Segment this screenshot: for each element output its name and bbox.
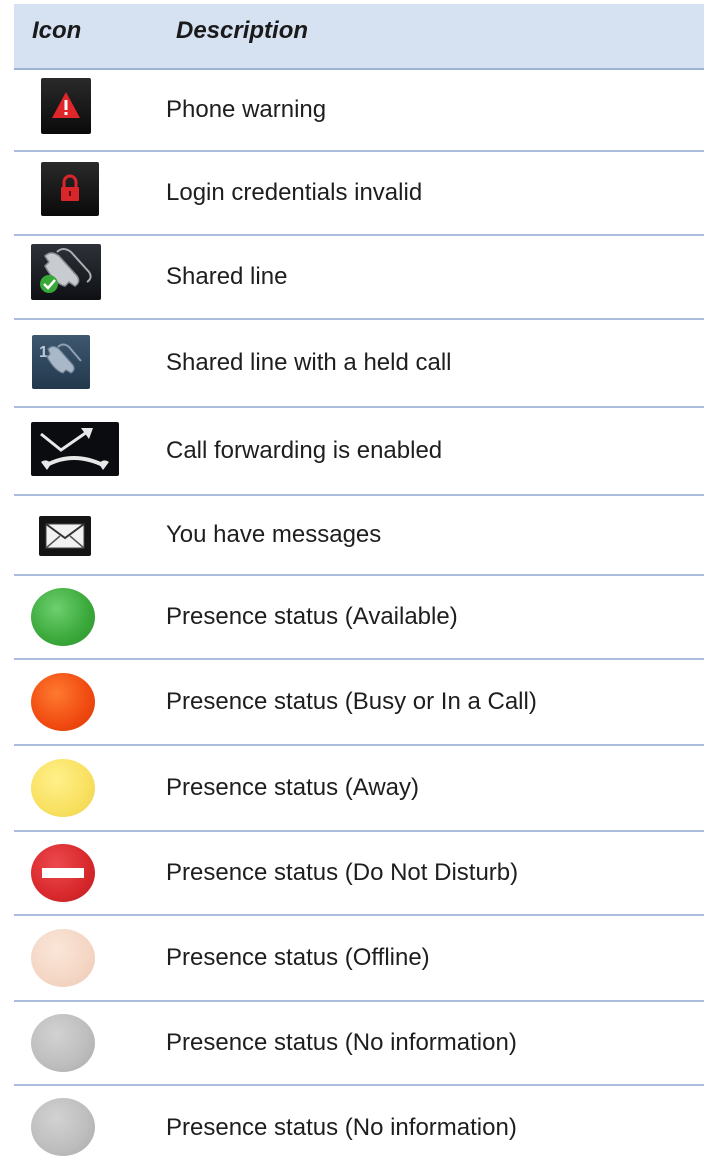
row-description: Phone warning	[166, 96, 327, 123]
presence-no-info-icon	[31, 1098, 95, 1156]
table-row: Presence status (Away)	[14, 746, 704, 832]
table-row: Presence status (Available)	[14, 576, 704, 660]
table-row: You have messages	[14, 496, 704, 576]
shared-line-held-call-icon: 1	[32, 335, 90, 389]
icon-table: Icon Description Phone warning Login cre…	[14, 4, 704, 1170]
envelope-icon	[39, 516, 91, 556]
table-row: Presence status (Offline)	[14, 916, 704, 1002]
table-row: Call forwarding is enabled	[14, 408, 704, 496]
row-description: Presence status (Busy or In a Call)	[166, 688, 537, 715]
row-description: Shared line with a held call	[166, 349, 452, 376]
table-row: Shared line	[14, 236, 704, 320]
phone-warning-icon	[41, 78, 91, 134]
row-description: Call forwarding is enabled	[166, 437, 443, 464]
presence-no-info-icon	[31, 1014, 95, 1072]
table-row: Presence status (No information)	[14, 1086, 704, 1170]
call-forwarding-icon	[31, 422, 119, 476]
column-header-description: Description	[176, 17, 309, 44]
column-header-icon: Icon	[32, 17, 82, 44]
row-description: Presence status (Offline)	[166, 944, 430, 971]
table-row: Presence status (Busy or In a Call)	[14, 660, 704, 746]
presence-offline-icon	[31, 929, 95, 987]
table-row: Presence status (Do Not Disturb)	[14, 832, 704, 916]
table-header: Icon Description	[14, 4, 704, 70]
lock-icon	[41, 162, 99, 216]
presence-dnd-icon	[31, 844, 95, 902]
table-row: Presence status (No information)	[14, 1002, 704, 1086]
row-description: You have messages	[166, 521, 382, 548]
table-row: Login credentials invalid	[14, 152, 704, 236]
table-row: 1 Shared line with a held call	[14, 320, 704, 408]
presence-busy-icon	[31, 673, 95, 731]
svg-text:1: 1	[39, 344, 48, 361]
row-description: Presence status (No information)	[166, 1114, 517, 1141]
shared-line-icon	[31, 244, 101, 300]
row-description: Presence status (Away)	[166, 774, 419, 801]
row-description: Shared line	[166, 263, 288, 290]
presence-away-icon	[31, 759, 95, 817]
row-description: Login credentials invalid	[166, 179, 423, 206]
presence-available-icon	[31, 588, 95, 646]
row-description: Presence status (Do Not Disturb)	[166, 859, 519, 886]
table-row: Phone warning	[14, 70, 704, 152]
row-description: Presence status (Available)	[166, 603, 458, 630]
row-description: Presence status (No information)	[166, 1029, 517, 1056]
